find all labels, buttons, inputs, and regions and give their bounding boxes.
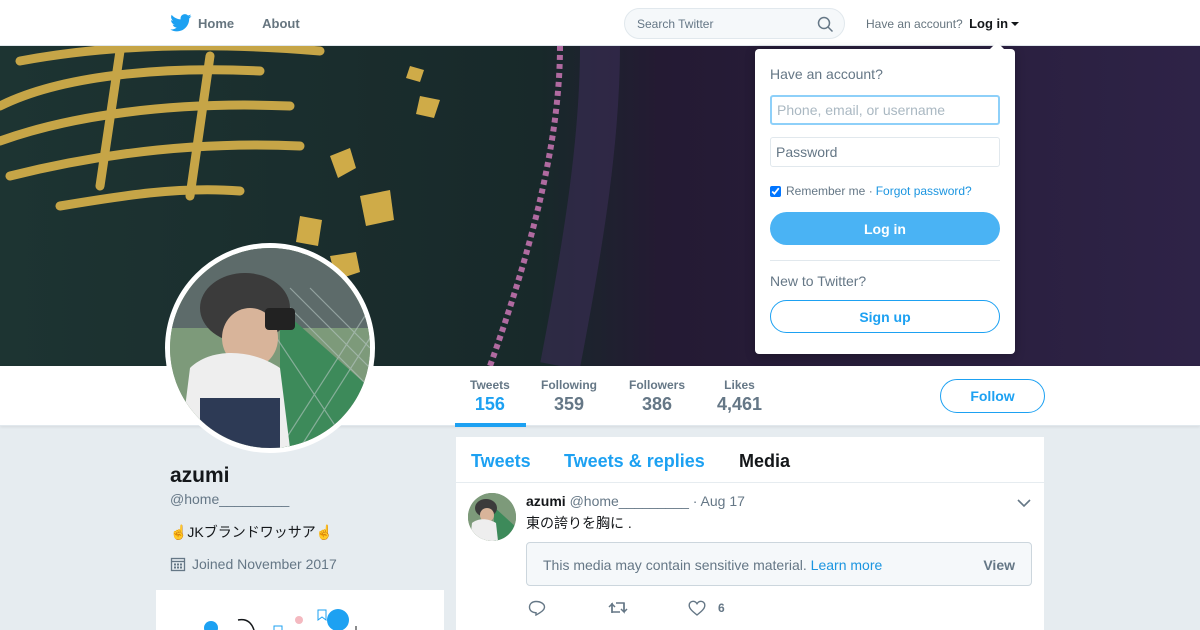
caret-down-icon bbox=[1011, 22, 1020, 26]
top-nav: Home About Have an account? Log in bbox=[0, 0, 1200, 46]
retweet-icon bbox=[608, 602, 628, 614]
search-icon[interactable] bbox=[817, 16, 834, 36]
account-nav: Have an account? Log in bbox=[866, 16, 1020, 31]
search-input[interactable] bbox=[637, 16, 807, 31]
search-box[interactable] bbox=[624, 8, 845, 39]
profile-name[interactable]: azumi bbox=[170, 464, 230, 488]
active-stat-underline bbox=[455, 423, 526, 427]
reply-button[interactable] bbox=[528, 600, 608, 616]
tweet-avatar[interactable] bbox=[468, 493, 516, 541]
calendar-icon bbox=[170, 556, 186, 572]
tweet-actions: 6 bbox=[528, 600, 768, 616]
heart-icon bbox=[688, 600, 706, 616]
tab-tweets-and-replies[interactable]: Tweets & replies bbox=[564, 451, 705, 472]
nav-left: Home About bbox=[170, 0, 328, 46]
login-label: Log in bbox=[969, 16, 1009, 31]
stat-tweets[interactable]: Tweets 156 bbox=[470, 378, 510, 415]
stat-value: 156 bbox=[474, 394, 505, 414]
tab-tweets[interactable]: Tweets bbox=[471, 451, 531, 472]
sensitive-media-notice: This media may contain sensitive materia… bbox=[526, 542, 1032, 586]
password-field[interactable] bbox=[770, 137, 1000, 167]
photos-videos-card[interactable] bbox=[156, 590, 444, 630]
stat-following[interactable]: Following 359 bbox=[541, 378, 597, 415]
dropdown-divider bbox=[770, 260, 1000, 261]
profile-bio: ☝️JKブランドワッサア☝️ bbox=[170, 524, 334, 540]
profile-handle[interactable]: @home_________ bbox=[170, 491, 289, 507]
stat-value: 386 bbox=[641, 394, 673, 414]
view-media-button[interactable]: View bbox=[983, 557, 1015, 573]
nav-about-label: About bbox=[262, 15, 300, 31]
tweet-text: 東の誇りを胸に . bbox=[526, 515, 632, 531]
tweet-author-name[interactable]: azumi bbox=[526, 493, 566, 509]
stat-value: 359 bbox=[553, 394, 585, 414]
tweet[interactable]: azumi @home_________ · Aug 17 東の誇りを胸に . … bbox=[456, 483, 1044, 630]
login-dropdown: Have an account? Remember me · Forgot pa… bbox=[755, 42, 1015, 354]
reply-icon bbox=[528, 600, 546, 616]
profile-joined: Joined November 2017 bbox=[170, 556, 337, 572]
remember-me-label: Remember me · bbox=[786, 184, 873, 198]
tab-media[interactable]: Media bbox=[739, 451, 790, 472]
stat-followers[interactable]: Followers 386 bbox=[629, 378, 685, 415]
stat-label: Likes bbox=[724, 378, 755, 392]
new-to-twitter-text: New to Twitter? bbox=[770, 273, 867, 289]
tweet-date[interactable]: · Aug 17 bbox=[693, 493, 745, 509]
nav-home[interactable]: Home bbox=[170, 14, 234, 32]
stat-value: 4,461 bbox=[717, 394, 763, 414]
twitter-bird-icon bbox=[170, 14, 192, 32]
remember-me-checkbox[interactable] bbox=[770, 185, 781, 197]
dropdown-arrow bbox=[989, 42, 1005, 50]
learn-more-link[interactable]: Learn more bbox=[811, 557, 883, 573]
login-dropdown-toggle[interactable]: Log in bbox=[969, 16, 1020, 31]
photos-preview bbox=[204, 609, 357, 630]
like-count: 6 bbox=[718, 601, 725, 615]
remember-row: Remember me · Forgot password? bbox=[770, 184, 972, 198]
nav-home-label: Home bbox=[198, 15, 235, 31]
login-button[interactable]: Log in bbox=[770, 212, 1000, 245]
dropdown-title: Have an account? bbox=[770, 66, 883, 82]
tweet-header: azumi @home_________ · Aug 17 bbox=[526, 493, 745, 509]
have-account-text: Have an account? bbox=[866, 17, 963, 31]
username-field[interactable] bbox=[770, 95, 1000, 125]
timeline-tabs: Tweets Tweets & replies Media bbox=[456, 437, 1044, 483]
forgot-password-link[interactable]: Forgot password? bbox=[876, 184, 972, 198]
timeline: Tweets Tweets & replies Media azumi @hom… bbox=[456, 437, 1044, 630]
profile-avatar[interactable] bbox=[165, 243, 375, 453]
like-button[interactable]: 6 bbox=[688, 600, 768, 616]
sensitive-text: This media may contain sensitive materia… bbox=[543, 557, 807, 573]
stat-likes[interactable]: Likes 4,461 bbox=[717, 378, 762, 415]
stat-label: Followers bbox=[629, 378, 686, 392]
tweet-author-handle[interactable]: @home_________ bbox=[570, 493, 689, 509]
stat-label: Following bbox=[541, 378, 597, 392]
retweet-button[interactable] bbox=[608, 600, 688, 616]
chevron-down-icon[interactable] bbox=[1017, 495, 1031, 513]
avatar-image bbox=[170, 248, 370, 448]
joined-text: Joined November 2017 bbox=[192, 556, 337, 572]
follow-button[interactable]: Follow bbox=[940, 379, 1045, 413]
signup-button[interactable]: Sign up bbox=[770, 300, 1000, 333]
stat-label: Tweets bbox=[470, 378, 510, 392]
nav-about[interactable]: About bbox=[262, 16, 300, 31]
tweet-avatar-image bbox=[468, 493, 516, 541]
